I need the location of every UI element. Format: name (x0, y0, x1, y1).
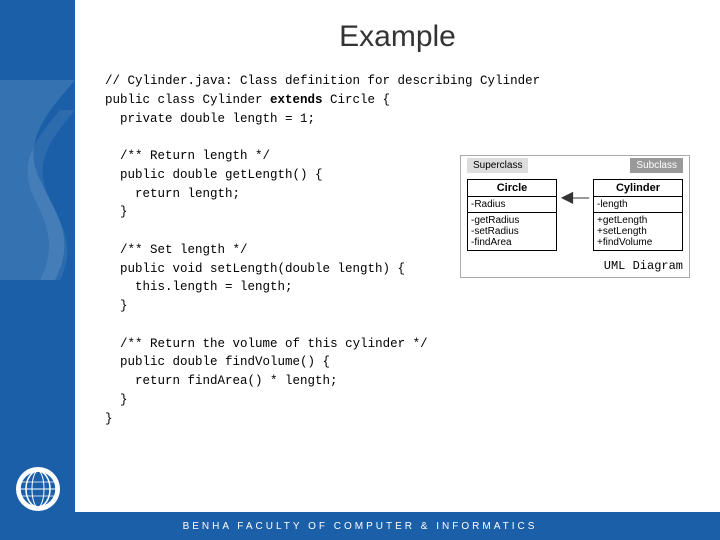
uml-cylinder-name: Cylinder (594, 180, 682, 197)
uml-cylinder-methods: +getLength +setLength +findVolume (594, 213, 682, 250)
uml-caption: UML Diagram (461, 255, 689, 277)
code-line-10: /** Set length */ (105, 243, 248, 257)
logo-icon (18, 469, 58, 509)
uml-circle-method-1: -getRadius (471, 215, 553, 226)
slide-title: Example (105, 20, 690, 54)
code-line-2: public class Cylinder extends Circle { (105, 93, 390, 107)
code-line-6: public double getLength() { (105, 168, 323, 182)
code-line-19: } (105, 412, 113, 426)
main-content: Example // Cylinder.java: Class definiti… (75, 0, 720, 512)
code-line-15: /** Return the volume of this cylinder *… (105, 337, 428, 351)
uml-cylinder-attrs: -length (594, 197, 682, 213)
bottom-bar: Benha faculty of computer & Informatics (0, 512, 720, 540)
code-line-5: /** Return length */ (105, 149, 270, 163)
uml-classes-row: Circle -Radius -getRadius -setRadius -fi… (461, 175, 689, 255)
uml-circle-attr-1: -Radius (471, 199, 553, 210)
uml-cylinder-method-2: +setLength (597, 226, 679, 237)
uml-diagram: Superclass Subclass Circle -Radius -getR… (460, 155, 690, 278)
code-line-13: } (105, 299, 128, 313)
uml-cylinder-method-3: +findVolume (597, 237, 679, 248)
uml-cylinder-class: Cylinder -length +getLength +setLength +… (593, 179, 683, 251)
code-line-8: } (105, 205, 128, 219)
code-line-7: return length; (105, 187, 240, 201)
logo-circle (16, 467, 60, 511)
uml-subclass-label: Subclass (630, 158, 683, 173)
code-line-17: return findArea() * length; (105, 374, 338, 388)
uml-cylinder-attr-1: -length (597, 199, 679, 210)
code-line-11: public void setLength(double length) { (105, 262, 405, 276)
uml-circle-name: Circle (468, 180, 556, 197)
uml-header-row: Superclass Subclass (461, 156, 689, 175)
code-line-16: public double findVolume() { (105, 355, 330, 369)
uml-circle-class: Circle -Radius -getRadius -setRadius -fi… (467, 179, 557, 251)
uml-circle-method-2: -setRadius (471, 226, 553, 237)
code-line-18: } (105, 393, 128, 407)
uml-superclass-label: Superclass (467, 158, 528, 173)
uml-circle-attrs: -Radius (468, 197, 556, 213)
uml-circle-methods: -getRadius -setRadius -findArea (468, 213, 556, 250)
uml-inheritance-arrow-icon: ◀— (561, 179, 589, 207)
left-sidebar: BFCI (0, 0, 75, 540)
uml-circle-method-3: -findArea (471, 237, 553, 248)
uml-cylinder-method-1: +getLength (597, 215, 679, 226)
sidebar-wave-icon (0, 80, 75, 280)
code-line-12: this.length = length; (105, 280, 293, 294)
bottom-bar-text: Benha faculty of computer & Informatics (183, 521, 538, 532)
code-line-3: private double length = 1; (105, 112, 315, 126)
code-line-1: // Cylinder.java: Class definition for d… (105, 74, 540, 88)
